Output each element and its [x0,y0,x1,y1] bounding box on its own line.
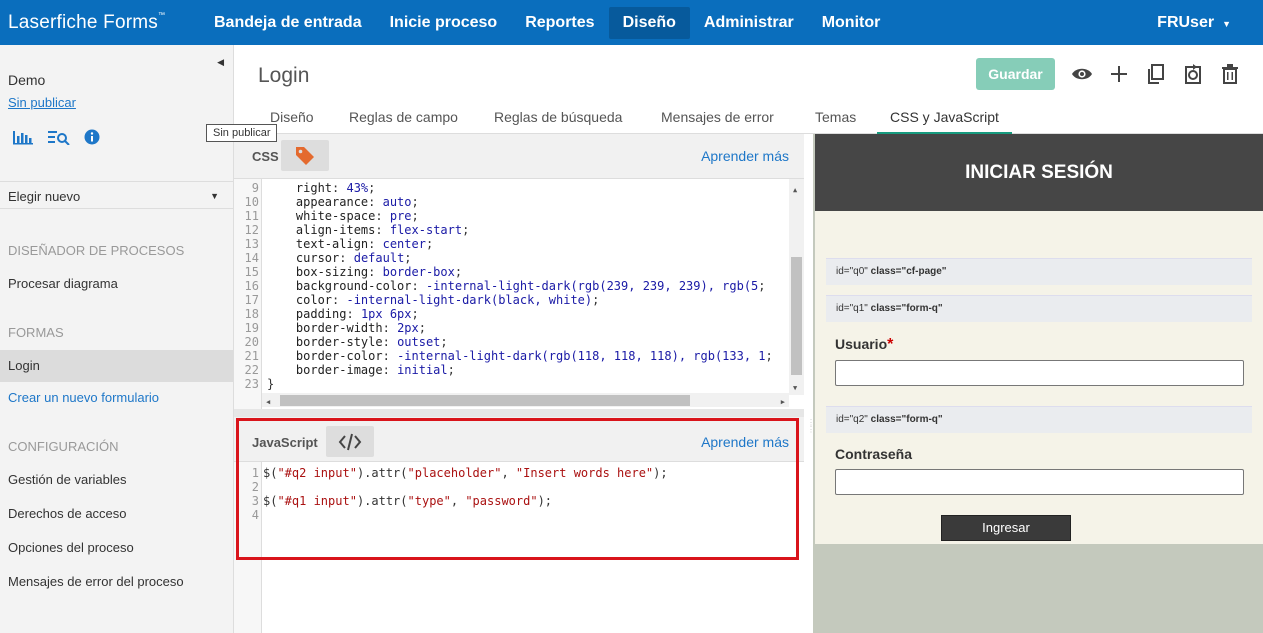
code-line: 16 background-color: -internal-light-dar… [244,279,766,293]
section-heading-config: CONFIGURACIÓN [8,439,119,454]
code-line: 12 align-items: flex-start; [244,223,470,237]
js-code-editor[interactable]: 1 $("#q2 input").attr("placeholder", "Ins… [234,462,804,633]
code-line: 1 $("#q2 input").attr("placeholder", "Ins… [251,466,668,480]
required-mark: * [887,336,894,353]
scroll-left-icon[interactable]: ◀ [266,395,270,409]
nav-reportes[interactable]: Reportes [511,7,608,39]
page-title: Login [258,64,310,87]
copy-icon[interactable] [1137,62,1174,86]
id-bar-q1: id="q1" class="form-q" [826,295,1252,322]
panel-splitter[interactable] [234,409,804,417]
submit-button[interactable]: Ingresar [941,515,1071,541]
code-line: 3 $("#q1 input").attr("type", "password")… [251,494,553,508]
form-preview: INICIAR SESIÓN id="q0" class="cf-page" i… [813,134,1263,633]
collapse-left-icon[interactable]: ◀ [217,57,224,68]
main-content: Login Guardar Diseño Reglas de campo Reg… [234,45,1263,633]
nav-administrar[interactable]: Administrar [690,7,808,39]
process-name: Demo [8,72,46,88]
code-icon[interactable] [326,426,374,457]
code-line: 11 white-space: pre; [244,209,419,223]
preview-form: INICIAR SESIÓN id="q0" class="cf-page" i… [815,134,1263,544]
code-line: 10 appearance: auto; [244,195,419,209]
publish-status-link[interactable]: Sin publicar [8,95,76,110]
code-line: 20 border-style: outset; [244,335,448,349]
caret-down-icon: ▼ [1222,19,1231,29]
code-line: 9 right: 43%; [251,181,376,195]
tab-lookup-rules[interactable]: Reglas de búsqueda [481,109,635,134]
code-line: 2 [251,480,259,494]
username-label: Usuario* [835,336,894,353]
preview-eye-icon[interactable] [1063,62,1100,86]
vertical-scrollbar[interactable]: ▲ ▼ [789,179,804,395]
tab-bar: Diseño Reglas de campo Reglas de búsqued… [234,105,1263,134]
save-button[interactable]: Guardar [976,58,1055,90]
tab-field-rules[interactable]: Reglas de campo [336,109,471,134]
select-label: Elegir nuevo [8,189,81,204]
sidebar: ◀ Demo Sin publicar Elegir nuevo ▼ DISEÑ… [0,45,234,633]
scroll-up-icon[interactable]: ▲ [793,183,797,197]
section-heading-designer: DISEÑADOR DE PROCESOS [8,243,185,258]
css-learn-more-link[interactable]: Aprender más [701,148,789,164]
code-line: 23} [244,377,275,391]
nav-diseno[interactable]: Diseño [608,6,690,39]
sidebar-item-login[interactable]: Login [0,350,233,382]
sidebar-item-procesar-diagrama[interactable]: Procesar diagrama [0,268,233,300]
drag-grip-icon[interactable]: ⋮ ⋮ [807,419,815,459]
code-line: 22 border-image: initial; [244,363,455,377]
brand-logo[interactable]: Laserfiche Forms™ [0,12,200,34]
code-line: 21 border-color: -internal-light-dark(rg… [244,349,773,363]
top-navbar: Laserfiche Forms™ Bandeja de entrada Ini… [0,0,1263,45]
scroll-thumb[interactable] [791,257,802,375]
code-line: 18 padding: 1px 6px; [244,307,419,321]
tab-css-js[interactable]: CSS y JavaScript [877,109,1012,134]
sidebar-item-access-rights[interactable]: Derechos de acceso [0,498,233,530]
scroll-thumb[interactable] [280,395,690,406]
sync-icon[interactable] [1174,62,1211,86]
tag-icon[interactable] [281,140,329,171]
code-line: 14 cursor: default; [244,251,412,265]
nav-monitor[interactable]: Monitor [808,7,895,39]
trash-icon[interactable] [1211,62,1248,86]
new-select-dropdown[interactable]: Elegir nuevo ▼ [0,181,233,209]
bar-chart-icon[interactable] [12,129,34,145]
preview-splitter[interactable]: ⋮ ⋮ [804,134,815,633]
css-editor-panel: CSS Aprender más 9 right: 43%; 10 appeara… [234,134,804,409]
sidebar-item-variables[interactable]: Gestión de variables [0,464,233,496]
nav-bandeja[interactable]: Bandeja de entrada [200,7,376,39]
code-line: 17 color: -internal-light-dark(black, wh… [244,293,600,307]
nav-inicie-proceso[interactable]: Inicie proceso [376,7,512,39]
sidebar-item-process-errors[interactable]: Mensajes de error del proceso [0,566,233,598]
css-panel-header: CSS Aprender más [234,134,804,179]
code-line: 4 [251,508,259,522]
sidebar-item-process-options[interactable]: Opciones del proceso [0,532,233,564]
password-input[interactable] [835,469,1244,495]
css-label: CSS [252,149,279,164]
scroll-right-icon[interactable]: ▶ [781,395,785,409]
js-learn-more-link[interactable]: Aprender más [701,434,789,450]
search-list-icon[interactable] [48,129,70,145]
add-icon[interactable] [1100,62,1137,86]
username-input[interactable] [835,360,1244,386]
code-line: 19 border-width: 2px; [244,321,426,335]
tooltip: Sin publicar [206,124,278,142]
form-header: INICIAR SESIÓN [815,134,1263,211]
horizontal-scrollbar[interactable]: ◀ ▶ [262,393,789,407]
info-icon[interactable] [84,129,100,145]
js-editor-panel: JavaScript Aprender más 1 $("#q2 input").… [234,417,804,633]
css-code-editor[interactable]: 9 right: 43%; 10 appearance: auto; 11 whit… [234,179,804,409]
code-line: 13 text-align: center; [244,237,434,251]
user-menu[interactable]: FRUser ▼ [1157,0,1231,45]
id-bar-q2: id="q2" class="form-q" [826,406,1252,433]
js-label: JavaScript [252,435,318,450]
tab-error-messages[interactable]: Mensajes de error [648,109,787,134]
js-panel-header: JavaScript Aprender más [234,417,804,462]
password-label: Contraseña [835,446,913,462]
code-line: 15 box-sizing: border-box; [244,265,463,279]
id-bar-q0: id="q0" class="cf-page" [826,258,1252,285]
tab-themes[interactable]: Temas [802,109,869,134]
caret-down-icon: ▼ [210,191,219,201]
section-heading-forms: FORMAS [8,325,64,340]
sidebar-item-new-form[interactable]: Crear un nuevo formulario [0,382,233,414]
scroll-down-icon[interactable]: ▼ [793,381,797,395]
